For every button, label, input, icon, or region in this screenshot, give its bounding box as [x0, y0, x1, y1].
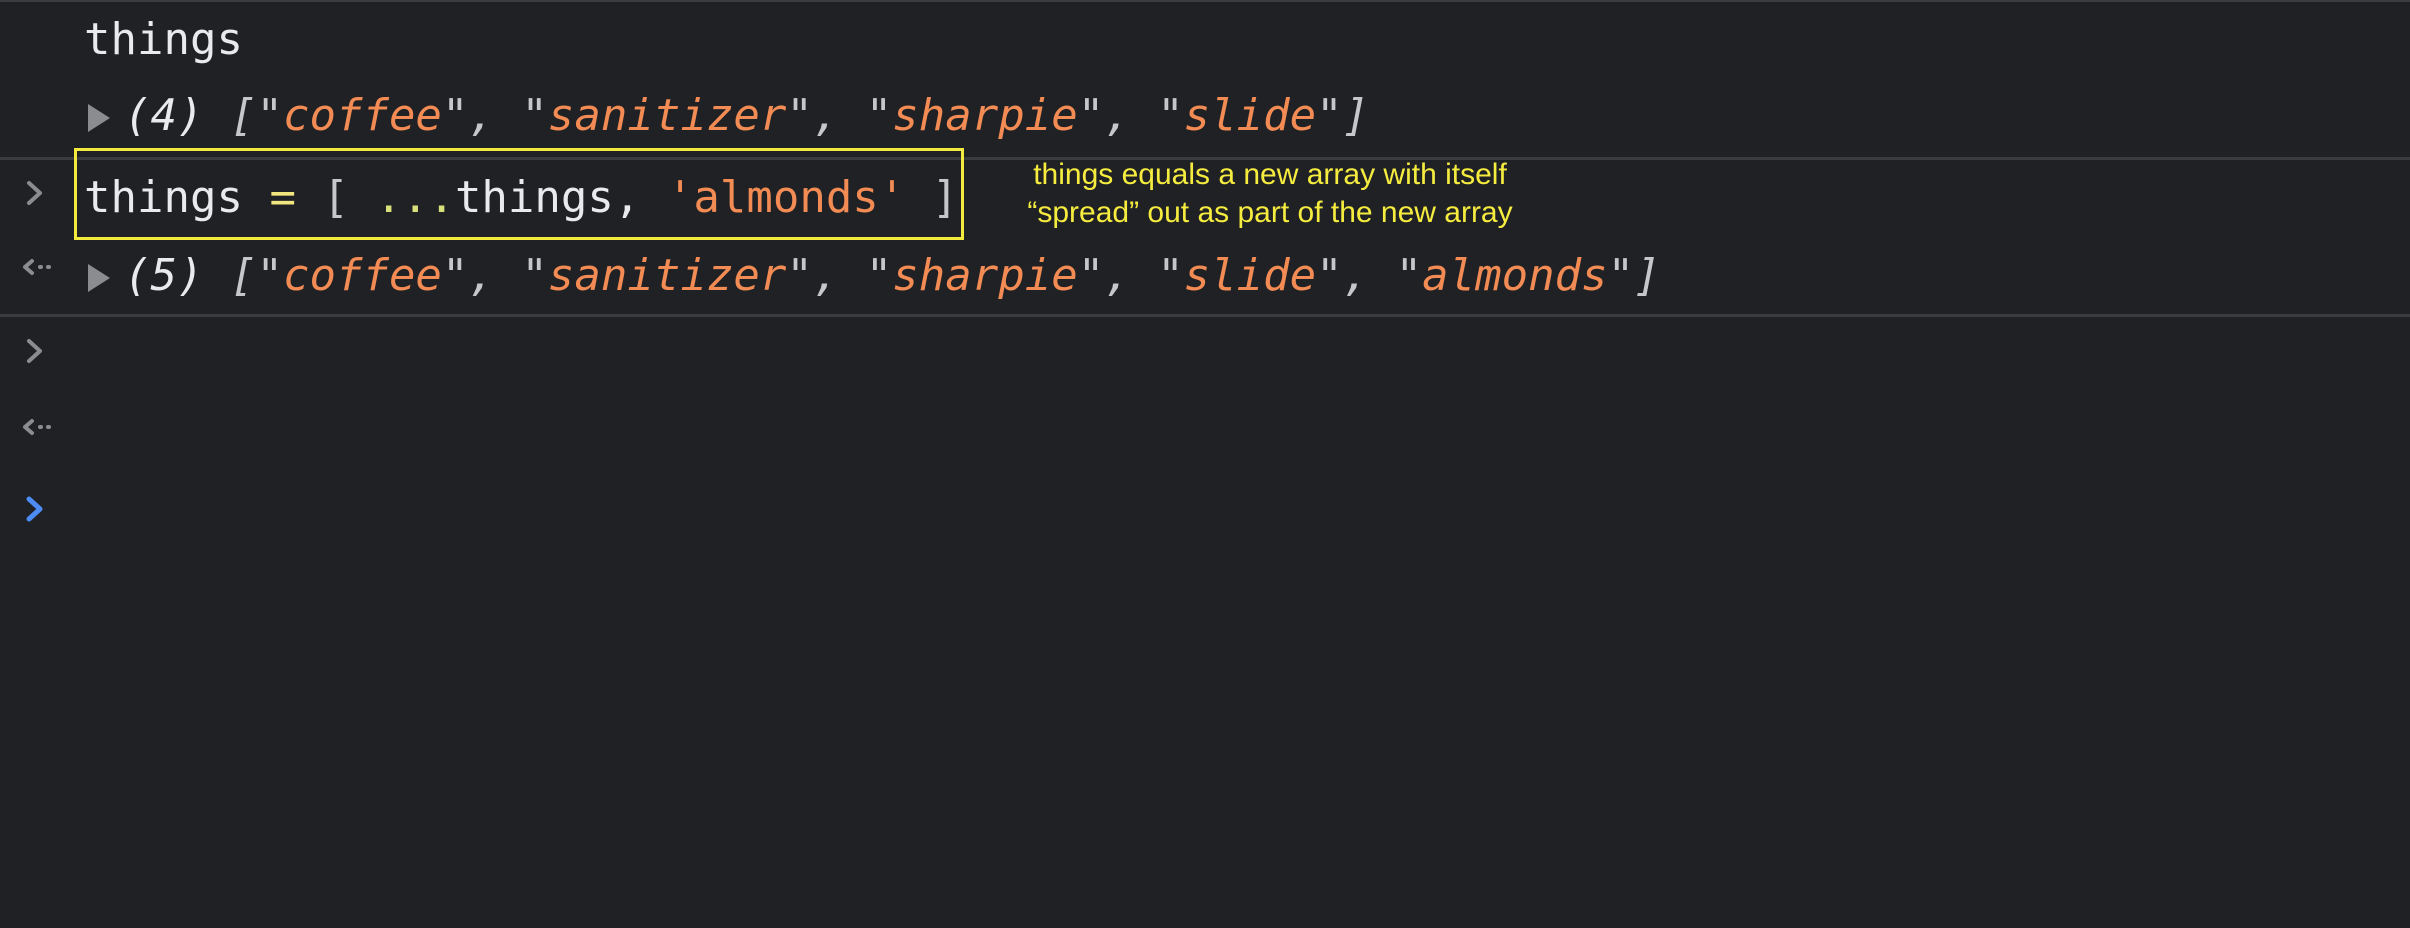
array-item: slide: [1183, 90, 1317, 141]
array-item: coffee: [282, 250, 442, 301]
array-item: sanitizer: [547, 90, 787, 141]
console-prompt-row[interactable]: [0, 316, 2410, 522]
console-output-row: (5) ["coffee", "sanitizer", "sharpie", "…: [0, 236, 2410, 435]
array-item: sharpie: [892, 250, 1078, 301]
annotation-line: things equals a new array with itself: [1033, 158, 1507, 191]
console-input-row: things: [0, 0, 2410, 205]
console-output-row: (4) ["coffee", "sanitizer", "sharpie", "…: [0, 76, 2410, 275]
array-count: (4): [124, 90, 204, 141]
annotation-note: things equals a new array with itself “s…: [990, 156, 1550, 232]
annotation-line: “spread” out as part of the new array: [1027, 196, 1513, 229]
array-item: sanitizer: [547, 250, 787, 301]
array-item: slide: [1183, 250, 1317, 301]
console-input-code[interactable]: things: [84, 0, 243, 80]
expand-triangle-icon[interactable]: [88, 264, 110, 292]
array-item: coffee: [282, 90, 442, 141]
devtools-console: things (4) ["coffee", "sanitizer", "shar…: [0, 0, 2410, 928]
array-count: (5): [124, 250, 204, 301]
array-item: almonds: [1422, 250, 1608, 301]
array-item: sharpie: [892, 90, 1078, 141]
highlight-box: [74, 148, 964, 240]
chevron-right-icon: [20, 367, 60, 522]
array-result[interactable]: (4) ["coffee", "sanitizer", "sharpie", "…: [88, 76, 1369, 156]
array-result[interactable]: (5) ["coffee", "sanitizer", "sharpie", "…: [88, 236, 1661, 316]
expand-triangle-icon[interactable]: [88, 104, 110, 132]
